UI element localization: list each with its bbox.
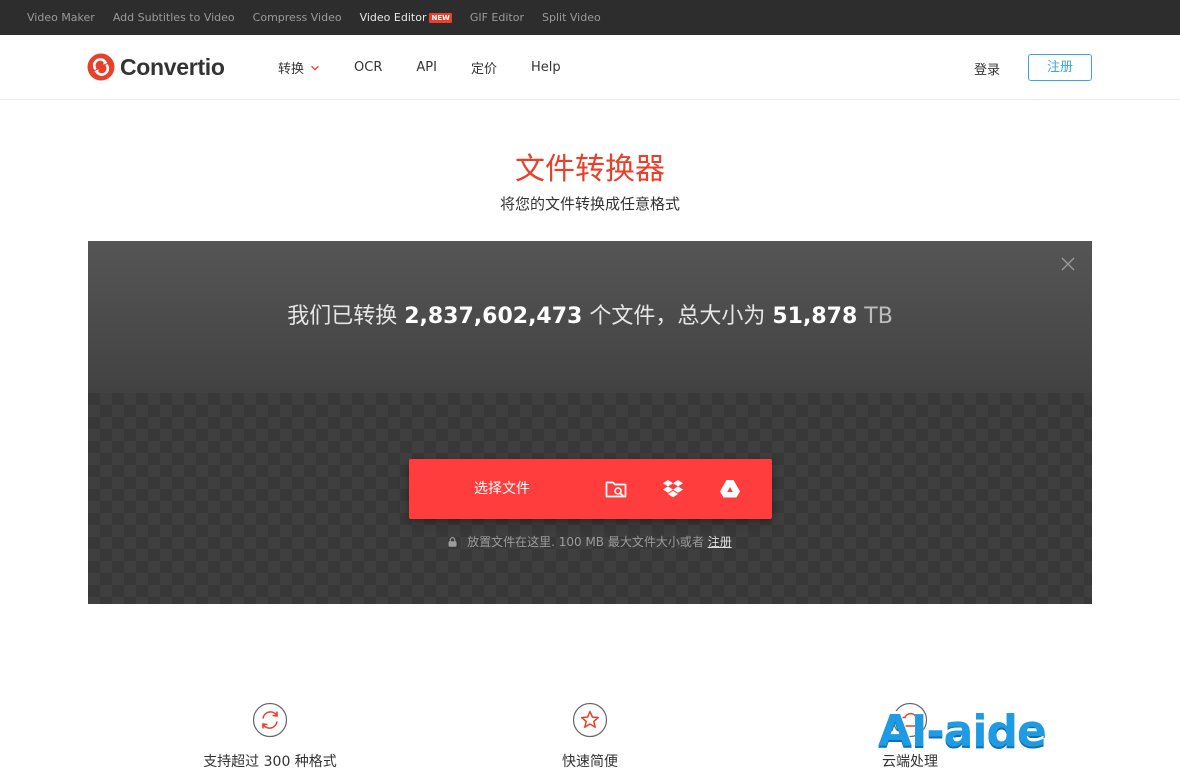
stats-unit: TB — [864, 304, 893, 329]
topbar-link-add-subtitles[interactable]: Add Subtitles to Video — [113, 11, 235, 24]
choose-files-label: 选择文件 — [474, 481, 530, 497]
drop-hint: 放置文件在这里. 100 MB 最大文件大小或者 注册 — [88, 533, 1092, 550]
topbar-link-video-maker[interactable]: Video Maker — [27, 11, 95, 24]
stats-middle: 个文件，总大小为 — [589, 304, 766, 329]
refresh-icon — [252, 702, 288, 738]
new-badge: NEW — [429, 12, 452, 23]
convertio-logo-icon — [87, 53, 115, 81]
main-nav: 转换 OCR API 定价 Help — [278, 35, 595, 100]
drop-hint-register-link[interactable]: 注册 — [708, 535, 732, 549]
feature-fast: 快速简便 — [480, 702, 700, 772]
stats-banner: 我们已转换 2,837,602,473 个文件，总大小为 51,878 TB — [88, 241, 1092, 393]
feature-formats-label: 支持超过 300 种格式 — [203, 754, 337, 770]
watermark: AI-aide — [878, 706, 1047, 757]
nav-ocr[interactable]: OCR — [354, 60, 382, 75]
nav-api[interactable]: API — [416, 60, 437, 75]
stats-total-size: 51,878 — [772, 304, 858, 329]
topbar-link-video-editor-label: Video Editor — [359, 11, 427, 24]
page-title: 文件转换器 — [515, 152, 665, 187]
nav-convert[interactable]: 转换 — [278, 58, 320, 77]
star-icon — [572, 702, 608, 738]
converter-panel: 我们已转换 2,837,602,473 个文件，总大小为 51,878 TB 选… — [88, 241, 1092, 604]
register-button[interactable]: 注册 — [1028, 54, 1092, 81]
site-header: Convertio 转换 OCR API 定价 Help 登录 注册 — [0, 35, 1180, 100]
stats-files-count: 2,837,602,473 — [404, 304, 583, 329]
logo-text: Convertio — [120, 53, 225, 80]
product-bar: Video Maker Add Subtitles to Video Compr… — [0, 0, 1180, 35]
topbar-link-video-editor[interactable]: Video Editor NEW — [360, 11, 452, 24]
close-icon[interactable] — [1060, 256, 1076, 272]
dropbox-icon[interactable] — [661, 477, 685, 501]
lock-icon — [448, 537, 457, 547]
logo[interactable]: Convertio — [87, 52, 225, 82]
choose-files-button[interactable]: 选择文件 — [409, 459, 772, 519]
feature-fast-label: 快速简便 — [562, 754, 618, 770]
feature-formats: 支持超过 300 种格式 — [160, 702, 380, 772]
chevron-down-icon — [311, 65, 319, 71]
stats-prefix: 我们已转换 — [287, 304, 398, 329]
topbar-link-gif-editor[interactable]: GIF Editor — [470, 11, 524, 24]
nav-help[interactable]: Help — [531, 60, 561, 75]
drop-zone[interactable]: 选择文件 放置文件在这里. 100 MB 最大文件大小或者 注册 — [88, 393, 1092, 604]
topbar-link-split-video[interactable]: Split Video — [542, 11, 601, 24]
drop-hint-text: 放置文件在这里. 100 MB 最大文件大小或者 — [467, 535, 704, 549]
nav-convert-label: 转换 — [278, 62, 305, 77]
folder-search-icon[interactable] — [604, 477, 628, 501]
stats-line: 我们已转换 2,837,602,473 个文件，总大小为 51,878 TB — [88, 301, 1092, 333]
nav-pricing[interactable]: 定价 — [471, 58, 497, 77]
page-subtitle: 将您的文件转换成任意格式 — [499, 195, 680, 213]
login-link[interactable]: 登录 — [974, 59, 1000, 78]
google-drive-icon[interactable] — [718, 477, 742, 501]
topbar-link-compress-video[interactable]: Compress Video — [253, 11, 342, 24]
